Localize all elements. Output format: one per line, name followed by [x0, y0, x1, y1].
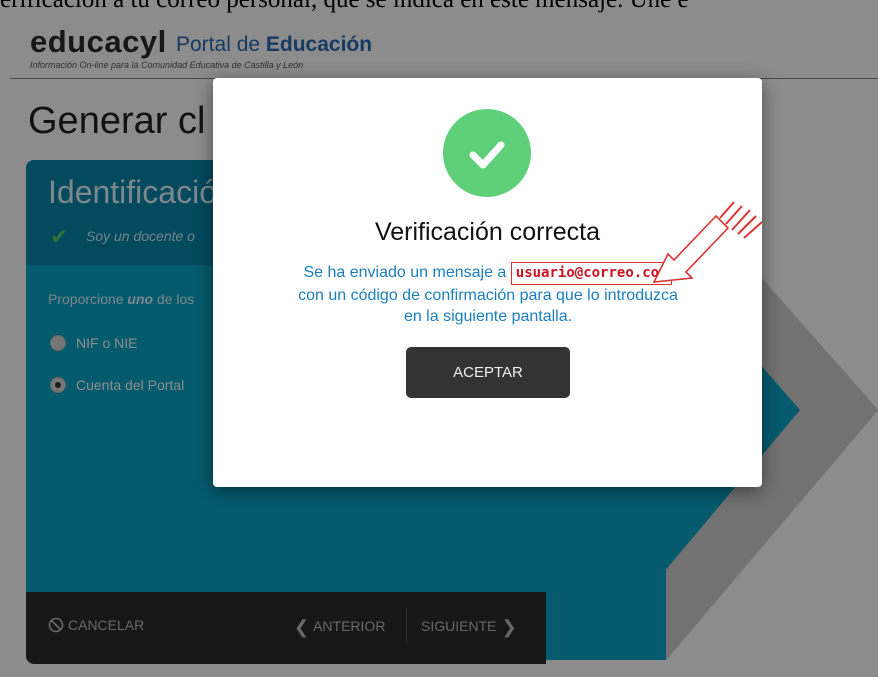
message-before: Se ha enviado un mensaje a: [303, 264, 511, 281]
dialog-message: Se ha enviado un mensaje a usuario@corre…: [293, 262, 683, 327]
message-after: con un código de confirmación para que l…: [298, 287, 678, 325]
accept-button[interactable]: ACEPTAR: [406, 347, 570, 398]
success-icon: [443, 109, 531, 197]
verification-dialog: Verificación correcta Se ha enviado un m…: [213, 78, 763, 487]
arrow-pointer-icon: [652, 201, 763, 283]
